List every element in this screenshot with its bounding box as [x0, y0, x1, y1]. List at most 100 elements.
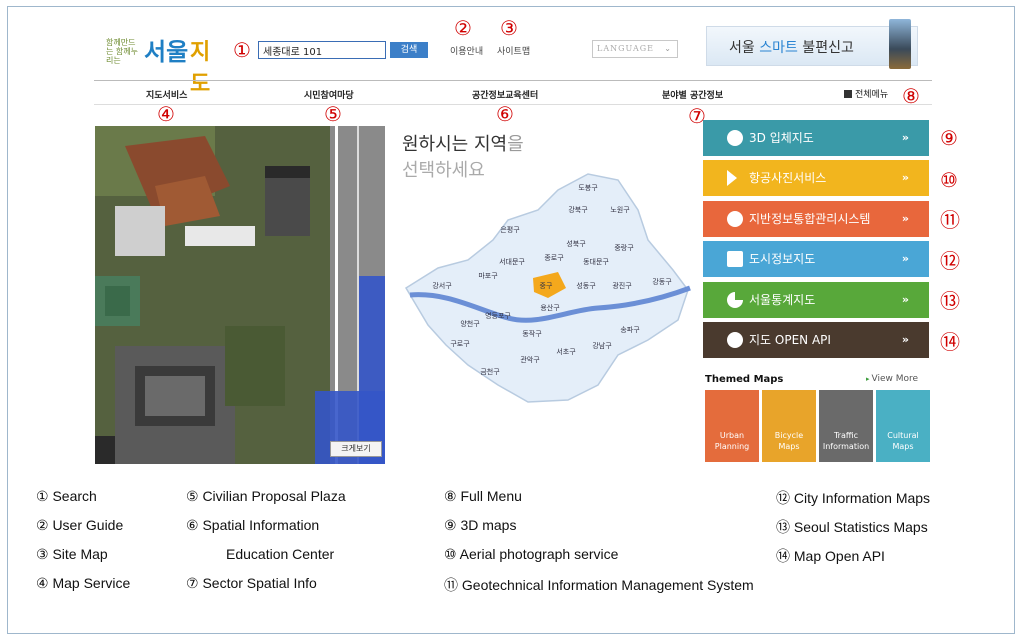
- full-menu-label: 전체메뉴: [855, 90, 889, 100]
- nav-map-service[interactable]: 지도서비스: [146, 88, 187, 101]
- double-chevron-right-icon: »: [901, 131, 909, 144]
- banner-suffix: 불편신고: [797, 40, 854, 56]
- district-label[interactable]: 종로구: [544, 254, 564, 262]
- district-label[interactable]: 영등포구: [485, 311, 511, 320]
- legend-item: ⑥ Spatial Information: [186, 517, 320, 533]
- double-chevron-right-icon: »: [901, 293, 909, 306]
- legend-item: ⑭ Map Open API: [776, 548, 885, 564]
- user-guide-link[interactable]: 이용안내: [450, 44, 483, 57]
- marker-12: ⑫: [940, 249, 960, 273]
- themed-tile-3[interactable]: Traffic Information: [819, 390, 873, 462]
- double-chevron-right-icon: »: [901, 212, 909, 225]
- pie-chart-icon: [727, 292, 743, 308]
- district-label[interactable]: 송파구: [620, 325, 640, 334]
- tile-label-line2: Information: [822, 442, 870, 451]
- info-icon: [727, 211, 743, 227]
- district-label[interactable]: 노원구: [610, 205, 630, 214]
- service-button-3[interactable]: 지반정보통합관리시스템 »: [703, 201, 929, 237]
- service-label: 항공사진서비스: [749, 171, 827, 185]
- district-label[interactable]: 금천구: [480, 367, 500, 376]
- site-map-link[interactable]: 사이트맵: [497, 44, 530, 57]
- zoom-view-button[interactable]: 크게보기: [330, 441, 382, 457]
- logo-slogan: 함께만드는 함께누리는: [106, 38, 138, 65]
- double-chevron-right-icon: »: [901, 252, 909, 265]
- district-label[interactable]: 성동구: [576, 281, 596, 290]
- district-label[interactable]: 동작구: [522, 329, 542, 338]
- district-label[interactable]: 서대문구: [499, 257, 525, 266]
- nav-education-center[interactable]: 공간정보교육센터: [472, 88, 538, 101]
- service-button-6[interactable]: 지도 OPEN API »: [703, 322, 929, 358]
- district-label[interactable]: 광진구: [612, 281, 632, 290]
- language-label: LANGUAGE: [597, 44, 654, 53]
- language-select[interactable]: LANGUAGE ⌄: [592, 40, 678, 58]
- triangle-right-icon: ▸: [866, 375, 870, 383]
- smart-complaint-banner[interactable]: 서울 스마트 불편신고: [706, 19, 918, 69]
- logo-seoul: 서울: [144, 37, 189, 66]
- map-title-particle: 을: [507, 134, 524, 155]
- search-button[interactable]: 검색: [390, 42, 428, 58]
- legend-item: ④ Map Service: [36, 575, 131, 591]
- service-button-2[interactable]: 항공사진서비스 »: [703, 160, 929, 196]
- legend-item: ③ Site Map: [36, 546, 108, 562]
- seoul-map-logo[interactable]: 함께만드는 함께누리는 서울 지도: [106, 30, 228, 97]
- view-more-label: View More: [871, 374, 919, 384]
- service-button-1[interactable]: 3D 입체지도 »: [703, 120, 929, 156]
- marker-10: ⑩: [940, 168, 958, 192]
- service-label: 서울통계지도: [749, 293, 816, 307]
- banner-prefix: 서울: [729, 40, 760, 56]
- district-label[interactable]: 강서구: [432, 281, 452, 290]
- airplane-icon: [727, 170, 737, 186]
- gear-icon: [727, 332, 743, 348]
- aerial-photo-map[interactable]: [95, 126, 385, 464]
- nav-divider-top: [94, 80, 932, 81]
- full-menu-button[interactable]: 전체메뉴: [844, 87, 888, 100]
- seoul-district-map[interactable]: 도봉구강북구 노원구은평구성북구중랑구서대문구 종로구동대문구강서구 마포구중구 성동구…: [398, 160, 698, 420]
- tile-label-line1: Bicycle: [774, 431, 804, 440]
- service-button-4[interactable]: 도시정보지도 »: [703, 241, 929, 277]
- tile-label-line2: Maps: [892, 442, 914, 451]
- marker-14: ⑭: [940, 330, 960, 354]
- legend-item: ⑧ Full Menu: [444, 488, 522, 504]
- legend-item: ⑨ 3D maps: [444, 517, 517, 533]
- marker-2: ②: [454, 16, 472, 40]
- tower-photo-icon: [889, 19, 911, 69]
- district-label[interactable]: 용산구: [540, 303, 560, 312]
- nav-sector-info[interactable]: 분야별 공간정보: [662, 88, 723, 101]
- themed-tile-4[interactable]: Cultural Maps: [876, 390, 930, 462]
- service-button-5[interactable]: 서울통계지도 »: [703, 282, 929, 318]
- legend-item: ⑦ Sector Spatial Info: [186, 575, 317, 591]
- legend-item: ② User Guide: [36, 517, 124, 533]
- legend-item: ⑤ Civilian Proposal Plaza: [186, 488, 346, 504]
- district-label[interactable]: 양천구: [460, 319, 480, 328]
- district-label[interactable]: 구로구: [450, 340, 470, 348]
- tile-label-line1: Traffic: [833, 431, 859, 440]
- service-label: 3D 입체지도: [749, 131, 814, 145]
- district-label[interactable]: 관악구: [520, 355, 540, 364]
- map-title: 원하시는 지역을: [402, 130, 524, 156]
- banner-smart: 스마트: [759, 40, 798, 56]
- district-label[interactable]: 강남구: [592, 341, 612, 350]
- double-chevron-right-icon: »: [901, 171, 909, 184]
- tile-label-line1: Urban: [719, 431, 745, 440]
- tile-label-line2: Planning: [714, 442, 750, 451]
- district-label[interactable]: 서초구: [556, 347, 576, 356]
- district-label[interactable]: 동대문구: [583, 258, 609, 266]
- double-chevron-right-icon: »: [901, 333, 909, 346]
- district-label[interactable]: 도봉구: [578, 184, 598, 192]
- globe-icon: [727, 130, 743, 146]
- nav-civilian-plaza[interactable]: 시민참여마당: [304, 88, 354, 101]
- search-input[interactable]: 세종대로 101: [258, 41, 386, 59]
- marker-5: ⑤: [324, 102, 342, 126]
- district-label[interactable]: 중구: [540, 282, 553, 290]
- district-label[interactable]: 중랑구: [614, 244, 634, 252]
- themed-tile-1[interactable]: Urban Planning: [705, 390, 759, 462]
- map-title-main: 원하시는 지역: [402, 134, 508, 155]
- district-label[interactable]: 강동구: [652, 277, 672, 286]
- marker-8: ⑧: [902, 84, 920, 108]
- district-label[interactable]: 성북구: [566, 239, 586, 248]
- view-more-link[interactable]: ▸ View More: [866, 374, 918, 384]
- district-label[interactable]: 마포구: [478, 271, 498, 280]
- themed-tile-2[interactable]: Bicycle Maps: [762, 390, 816, 462]
- district-label[interactable]: 은평구: [500, 225, 520, 234]
- district-label[interactable]: 강북구: [568, 205, 588, 214]
